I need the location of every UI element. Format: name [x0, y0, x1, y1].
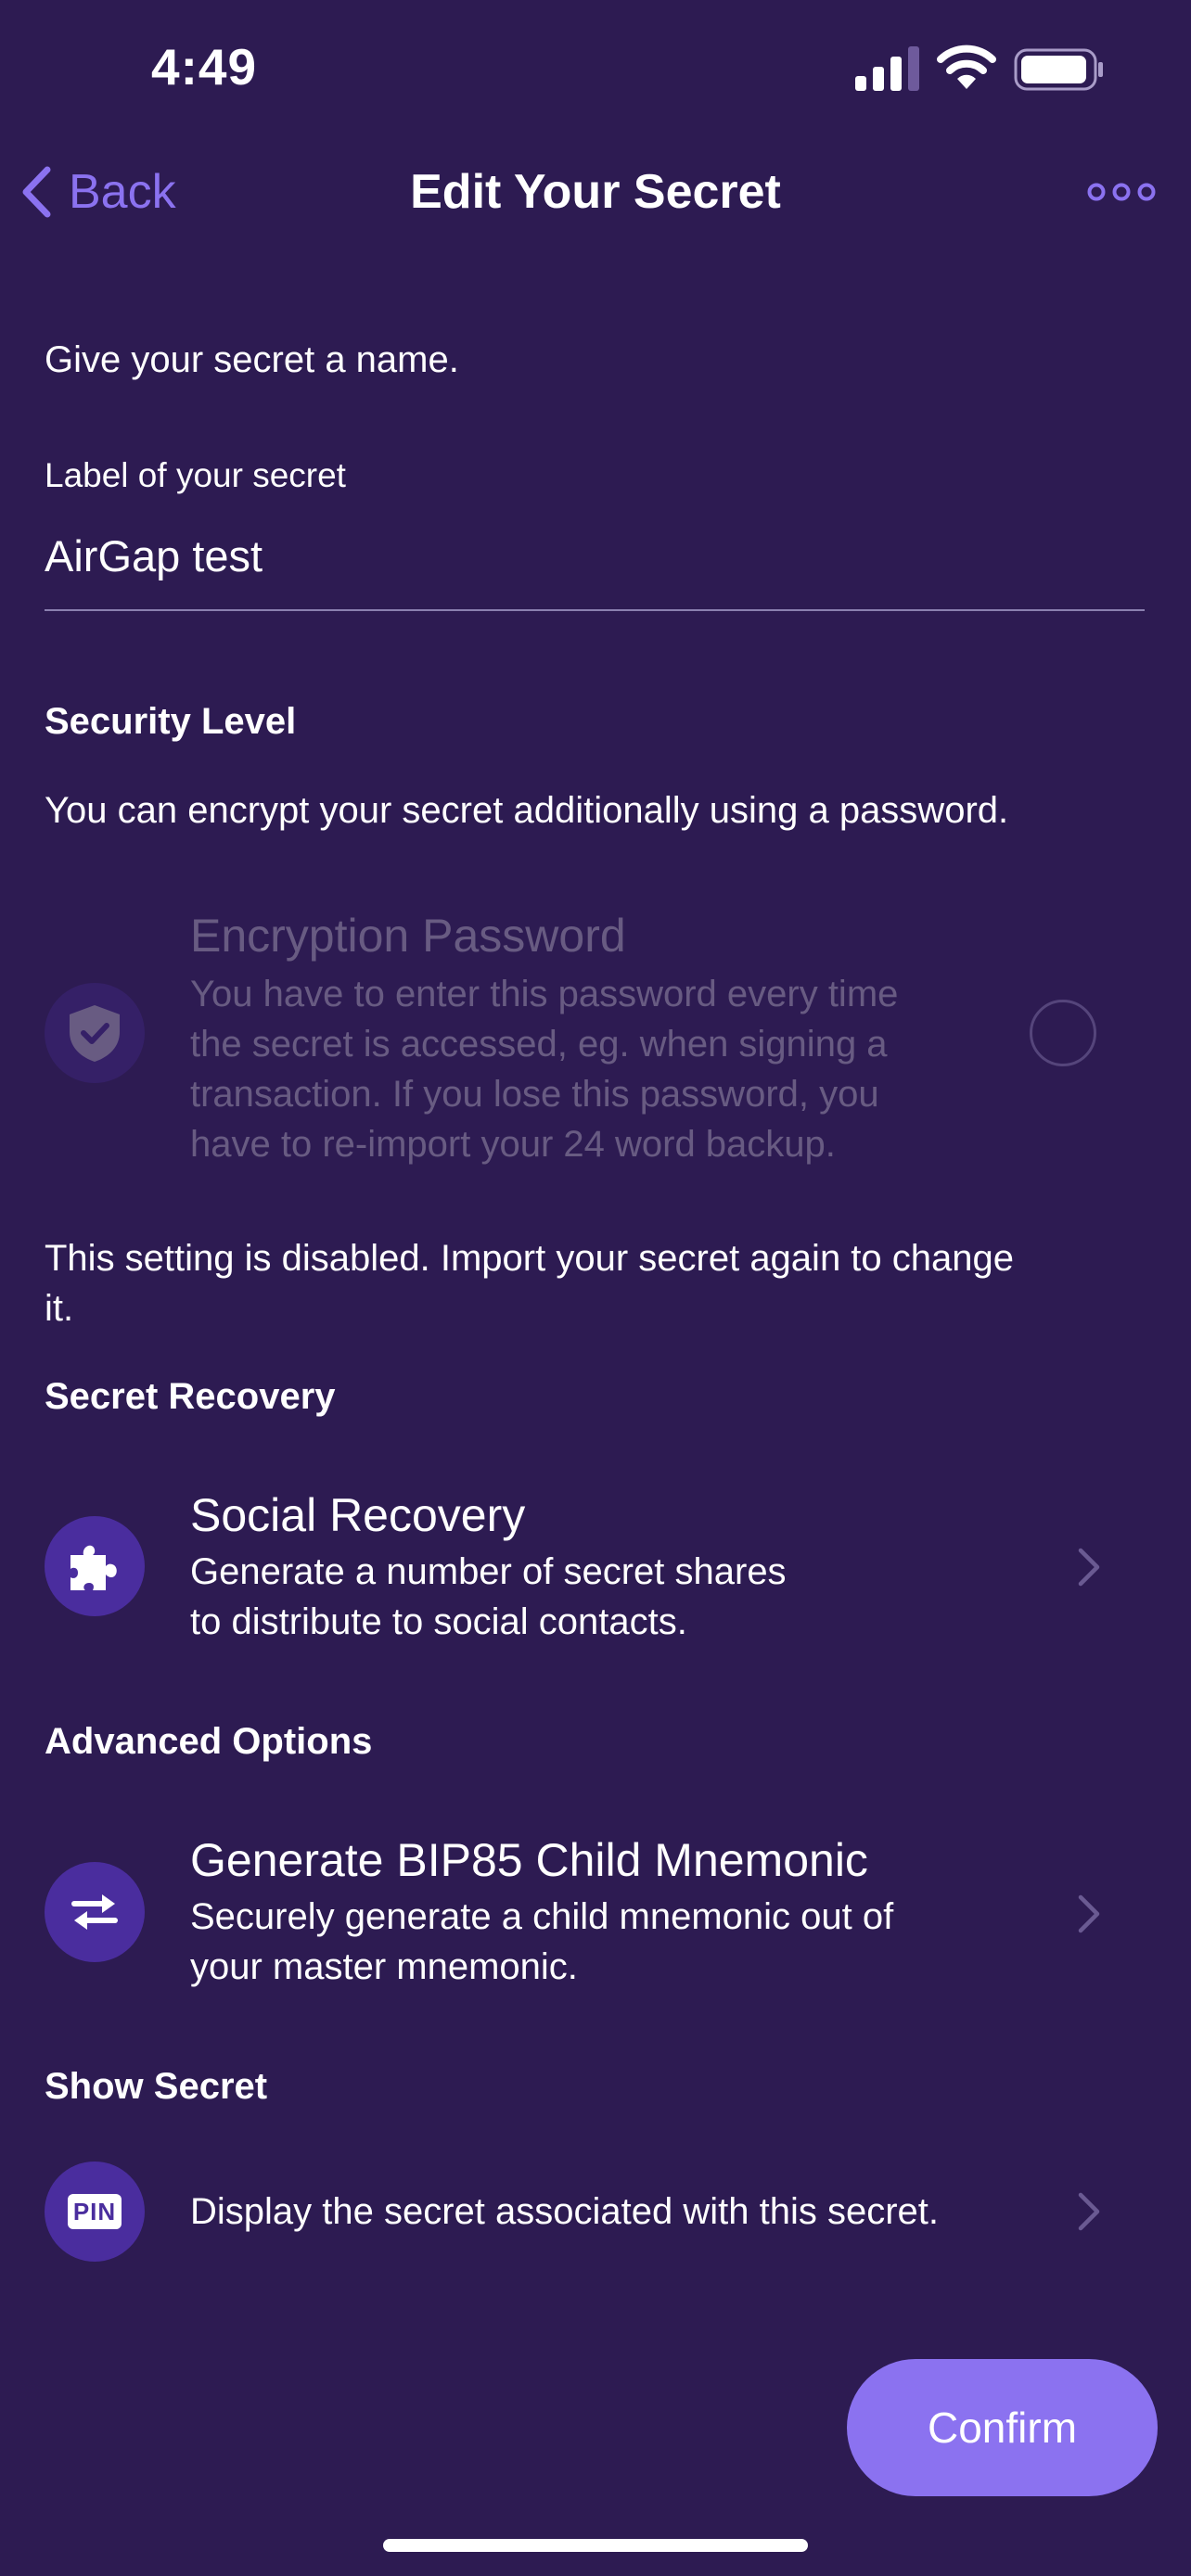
- secret-label-caption: Label of your secret: [45, 456, 346, 494]
- encryption-password-title: Encryption Password: [190, 910, 626, 962]
- battery-icon: [1014, 48, 1103, 91]
- social-recovery-description: Generate a number of secret shares to di…: [190, 1551, 787, 1642]
- bip85-title: Generate BIP85 Child Mnemonic: [190, 1834, 868, 1886]
- encryption-password-toggle: [1030, 1000, 1096, 1066]
- pin-icon: PIN: [45, 2162, 145, 2262]
- security-description: You can encrypt your secret additionally…: [45, 790, 1009, 831]
- shield-check-icon: [45, 983, 145, 1083]
- cellular-signal-icon: [855, 46, 919, 91]
- disabled-setting-note: This setting is disabled. Import your se…: [45, 1238, 1014, 1329]
- social-recovery-title: Social Recovery: [190, 1489, 526, 1541]
- wifi-icon: [937, 45, 996, 89]
- bip85-row[interactable]: Generate BIP85 Child Mnemonic Securely g…: [0, 1819, 1191, 2005]
- encryption-password-description: You have to enter this password every ti…: [190, 974, 899, 1165]
- encryption-password-row: Encryption Password You have to enter th…: [0, 890, 1191, 1178]
- chevron-right-icon: [1078, 2192, 1100, 2231]
- chevron-right-icon: [1078, 1894, 1100, 1933]
- show-secret-description: Display the secret associated with this …: [190, 2191, 940, 2232]
- chevron-right-icon: [1078, 1548, 1100, 1587]
- home-indicator: [383, 2539, 808, 2552]
- social-recovery-row[interactable]: Social Recovery Generate a number of sec…: [0, 1474, 1191, 1660]
- show-secret-row[interactable]: PIN Display the secret associated with t…: [0, 2151, 1191, 2272]
- name-prompt: Give your secret a name.: [45, 339, 459, 380]
- secret-label-input[interactable]: [45, 530, 1145, 611]
- show-secret-heading: Show Secret: [45, 2066, 268, 2107]
- security-level-heading: Security Level: [45, 701, 297, 742]
- confirm-button[interactable]: Confirm: [847, 2359, 1158, 2496]
- more-options-icon[interactable]: [1087, 176, 1156, 208]
- puzzle-piece-icon: [45, 1516, 145, 1616]
- secret-recovery-heading: Secret Recovery: [45, 1376, 336, 1417]
- advanced-options-heading: Advanced Options: [45, 1721, 373, 1762]
- page-title: Edit Your Secret: [410, 165, 781, 219]
- status-time: 4:49: [151, 38, 258, 96]
- bip85-description: Securely generate a child mnemonic out o…: [190, 1896, 894, 1987]
- swap-arrows-icon: [45, 1862, 145, 1962]
